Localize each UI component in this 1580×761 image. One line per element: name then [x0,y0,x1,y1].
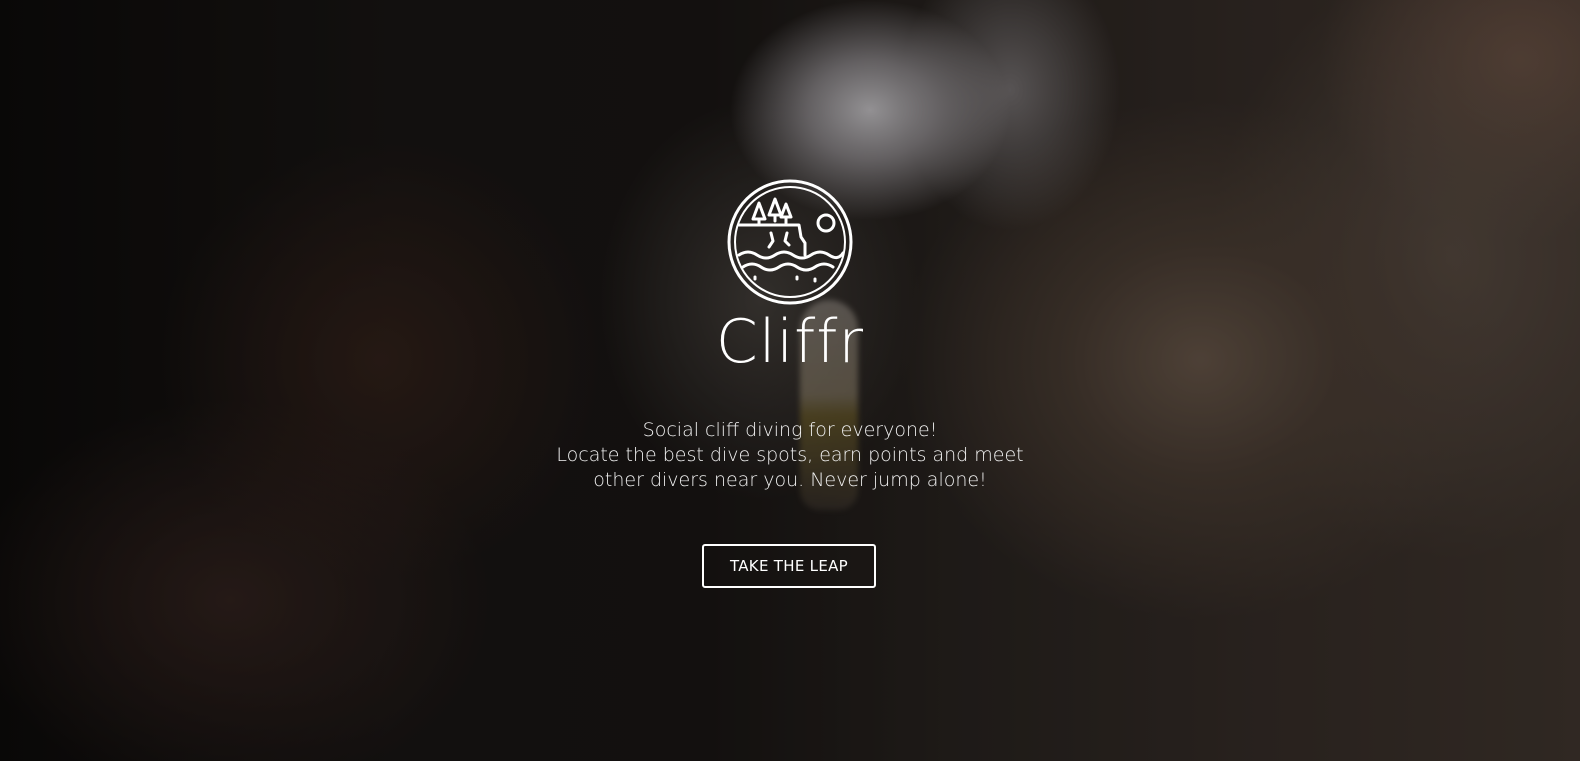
hero-section: Cliffr Social cliff diving for everyone!… [0,0,1580,761]
app-title: Cliffr [715,307,865,377]
tagline-line: Social cliff diving for everyone! [642,419,938,441]
tagline-line: Locate the best dive spots, earn points … [556,444,1024,466]
hero-content: Cliffr Social cliff diving for everyone!… [0,0,1580,761]
tagline: Social cliff diving for everyone! Locate… [0,418,1580,493]
tagline-line: other divers near you. Never jump alone! [593,469,987,491]
take-the-leap-button[interactable]: TAKE THE LEAP [702,544,876,588]
cliff-diving-logo-icon [725,177,855,307]
